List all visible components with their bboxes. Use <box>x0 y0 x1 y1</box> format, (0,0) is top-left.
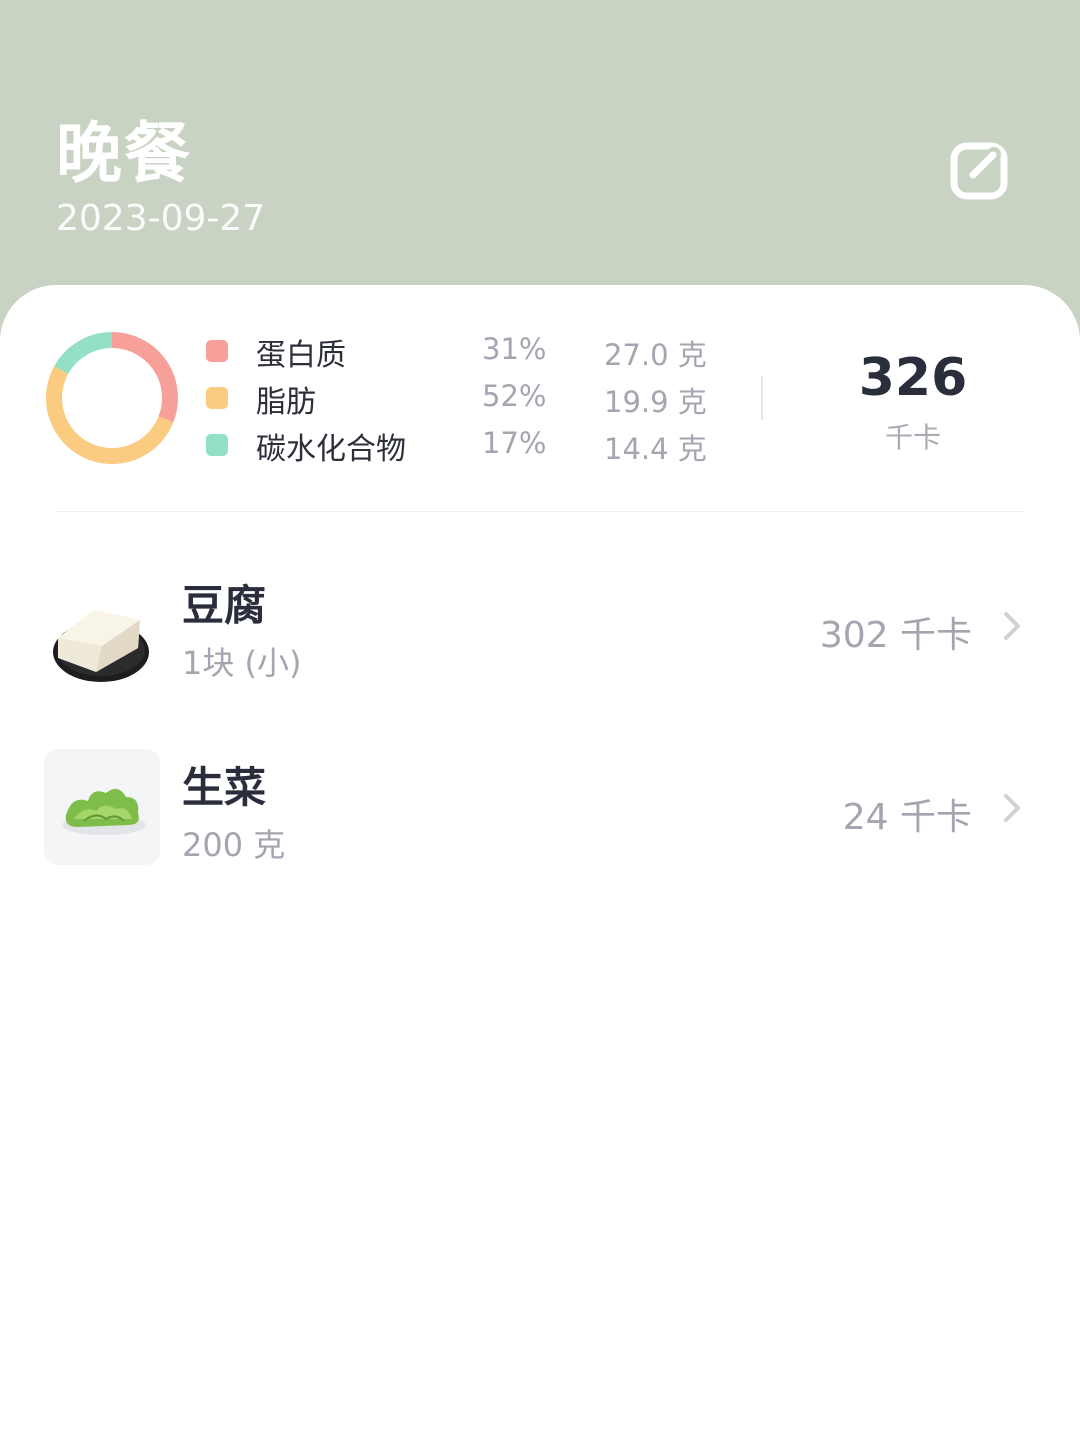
macro-percent: 52% <box>482 379 547 413</box>
food-name: 生菜 <box>182 763 267 812</box>
macro-name: 脂肪 <box>256 385 316 420</box>
carbs-color-swatch <box>206 434 228 456</box>
macro-name: 碳水化合物 <box>256 432 406 467</box>
food-amount: 200 克 <box>182 826 286 864</box>
protein-color-swatch <box>206 340 228 362</box>
section-divider <box>56 511 1024 512</box>
food-amount: 1块 (小) <box>182 644 302 682</box>
chevron-right-icon <box>1004 794 1020 822</box>
meal-header: 晚餐 2023-09-27 <box>0 0 1080 300</box>
macro-row-carbs: 碳水化合物 17% 14.4 克 <box>204 422 724 468</box>
macro-row-fat: 脂肪 52% 19.9 克 <box>204 375 724 421</box>
summary-divider <box>761 376 763 420</box>
meal-title: 晚餐 <box>56 115 192 192</box>
edit-button[interactable] <box>944 136 1016 208</box>
donut-slice-蛋白质 <box>111 332 178 423</box>
macro-row-protein: 蛋白质 31% 27.0 克 <box>204 328 724 374</box>
edit-icon <box>950 142 1008 200</box>
food-calories: 302 千卡 <box>819 615 972 656</box>
food-calories: 24 千卡 <box>842 797 972 838</box>
food-item-tofu[interactable]: 豆腐 1块 (小) 302 千卡 <box>0 550 1080 700</box>
donut-slice-碳水化合物 <box>54 332 113 375</box>
food-item-lettuce[interactable]: 生菜 200 克 24 千卡 <box>0 732 1080 882</box>
total-calories: 326 <box>858 348 968 408</box>
total-calories-unit: 千卡 <box>884 421 941 454</box>
macro-grams: 19.9 克 <box>604 385 707 419</box>
chevron-right-icon <box>1004 612 1020 640</box>
donut-slice-脂肪 <box>46 366 174 464</box>
lettuce-image <box>44 749 160 865</box>
fat-color-swatch <box>206 387 228 409</box>
macro-name: 蛋白质 <box>256 338 346 373</box>
meal-date: 2023-09-27 <box>56 198 266 239</box>
tofu-image <box>44 568 160 684</box>
macro-grams: 27.0 克 <box>604 338 707 372</box>
macro-grams: 14.4 克 <box>604 432 707 466</box>
macro-percent: 31% <box>482 332 547 366</box>
macro-donut-chart <box>46 332 178 464</box>
food-name: 豆腐 <box>182 581 267 630</box>
macro-percent: 17% <box>482 426 547 460</box>
